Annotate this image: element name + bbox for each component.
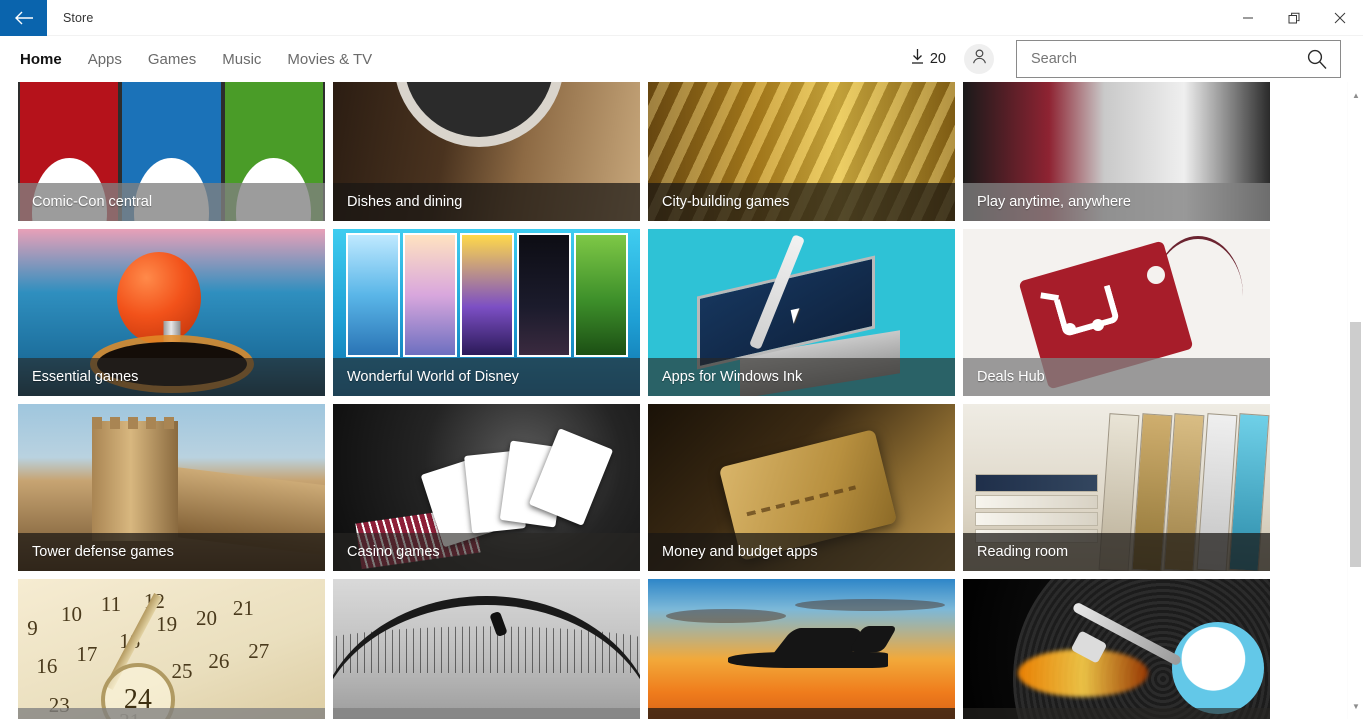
tile-reading-room[interactable]: Reading room [963,404,1270,571]
tab-games[interactable]: Games [148,47,212,72]
tile-caption: Essential apps [333,708,640,719]
tile-comic-con-central[interactable]: Comic-Con central [18,82,325,221]
vertical-scrollbar[interactable]: ▲ ▼ [1347,82,1363,719]
back-button[interactable] [0,0,47,36]
tile-organize-your-life[interactable]: 910 1112 1819 2021 1617 2526 2723 31 24 … [18,579,325,719]
tile-grid: Comic-Con central Dishes and dining City… [18,82,1318,719]
tile-artwork [333,579,640,719]
tile-row: Essential games Wonderful World of Disne… [18,229,1318,396]
tile-music-lovers[interactable]: Music lovers [963,579,1270,719]
tile-casino-games[interactable]: Casino games [333,404,640,571]
back-arrow-icon [14,11,34,25]
downloads-count: 20 [929,51,946,67]
tile-caption: Deals Hub [963,358,1270,396]
tile-caption: Essential games [18,358,325,396]
restore-button[interactable] [1271,0,1317,36]
tile-artwork: 910 1112 1819 2021 1617 2526 2723 31 24 [18,579,325,719]
tile-apps-for-windows-ink[interactable]: Apps for Windows Ink [648,229,955,396]
tile-dishes-and-dining[interactable]: Dishes and dining [333,82,640,221]
tile-caption: Music lovers [963,708,1270,719]
title-bar: Store [0,0,1363,36]
tile-grid-scroll-area: Comic-Con central Dishes and dining City… [0,82,1347,719]
app-title: Store [63,10,94,25]
scrollbar-thumb[interactable] [1350,322,1361,567]
tab-apps[interactable]: Apps [88,47,138,72]
window-controls [1225,0,1363,35]
tile-city-building-games[interactable]: City-building games [648,82,955,221]
tile-row: Tower defense games Casino games Money a… [18,404,1318,571]
tile-essential-apps[interactable]: Essential apps [333,579,640,719]
tile-caption: Play anytime, anywhere [963,183,1270,221]
scroll-down-arrow-icon[interactable]: ▼ [1348,697,1363,715]
tile-artwork [648,579,955,719]
tile-caption: Money and budget apps [648,533,955,571]
tab-music[interactable]: Music [222,47,277,72]
tile-apps-for-travel[interactable]: Apps for travel [648,579,955,719]
download-arrow-icon [910,48,925,70]
tile-deals-hub[interactable]: Deals Hub [963,229,1270,396]
tile-caption: Organize your life [18,708,325,719]
tile-artwork [963,579,1270,719]
minimize-icon [1242,12,1254,24]
minimize-button[interactable] [1225,0,1271,36]
tile-caption: Comic-Con central [18,183,325,221]
search-box[interactable] [1016,40,1341,78]
tile-play-anytime-anywhere[interactable]: Play anytime, anywhere [963,82,1270,221]
scroll-up-arrow-icon[interactable]: ▲ [1348,86,1363,104]
navigation-bar: Home Apps Games Music Movies & TV 20 [0,36,1363,82]
tile-caption: Apps for travel [648,708,955,719]
search-magnifier-icon[interactable] [1302,44,1332,74]
tile-caption: Casino games [333,533,640,571]
tab-movies-tv[interactable]: Movies & TV [287,47,388,72]
tile-caption: Reading room [963,533,1270,571]
account-button[interactable] [964,44,994,74]
tile-money-and-budget-apps[interactable]: Money and budget apps [648,404,955,571]
tile-essential-games[interactable]: Essential games [18,229,325,396]
tile-caption: Tower defense games [18,533,325,571]
tile-caption: Apps for Windows Ink [648,358,955,396]
title-bar-drag-area [93,0,1225,35]
tile-caption: City-building games [648,183,955,221]
tile-row: Comic-Con central Dishes and dining City… [18,82,1318,221]
restore-icon [1288,12,1301,25]
nav-tab-list: Home Apps Games Music Movies & TV [0,47,398,72]
nav-right-cluster: 20 [910,40,1363,78]
person-icon [971,48,988,70]
tab-home[interactable]: Home [20,47,78,72]
tile-wonderful-world-of-disney[interactable]: Wonderful World of Disney [333,229,640,396]
tile-caption: Dishes and dining [333,183,640,221]
tile-tower-defense-games[interactable]: Tower defense games [18,404,325,571]
downloads-button[interactable]: 20 [910,48,946,70]
tile-caption: Wonderful World of Disney [333,358,640,396]
close-icon [1334,12,1346,24]
close-button[interactable] [1317,0,1363,36]
tile-row: 910 1112 1819 2021 1617 2526 2723 31 24 … [18,579,1318,719]
search-input[interactable] [1031,51,1302,67]
